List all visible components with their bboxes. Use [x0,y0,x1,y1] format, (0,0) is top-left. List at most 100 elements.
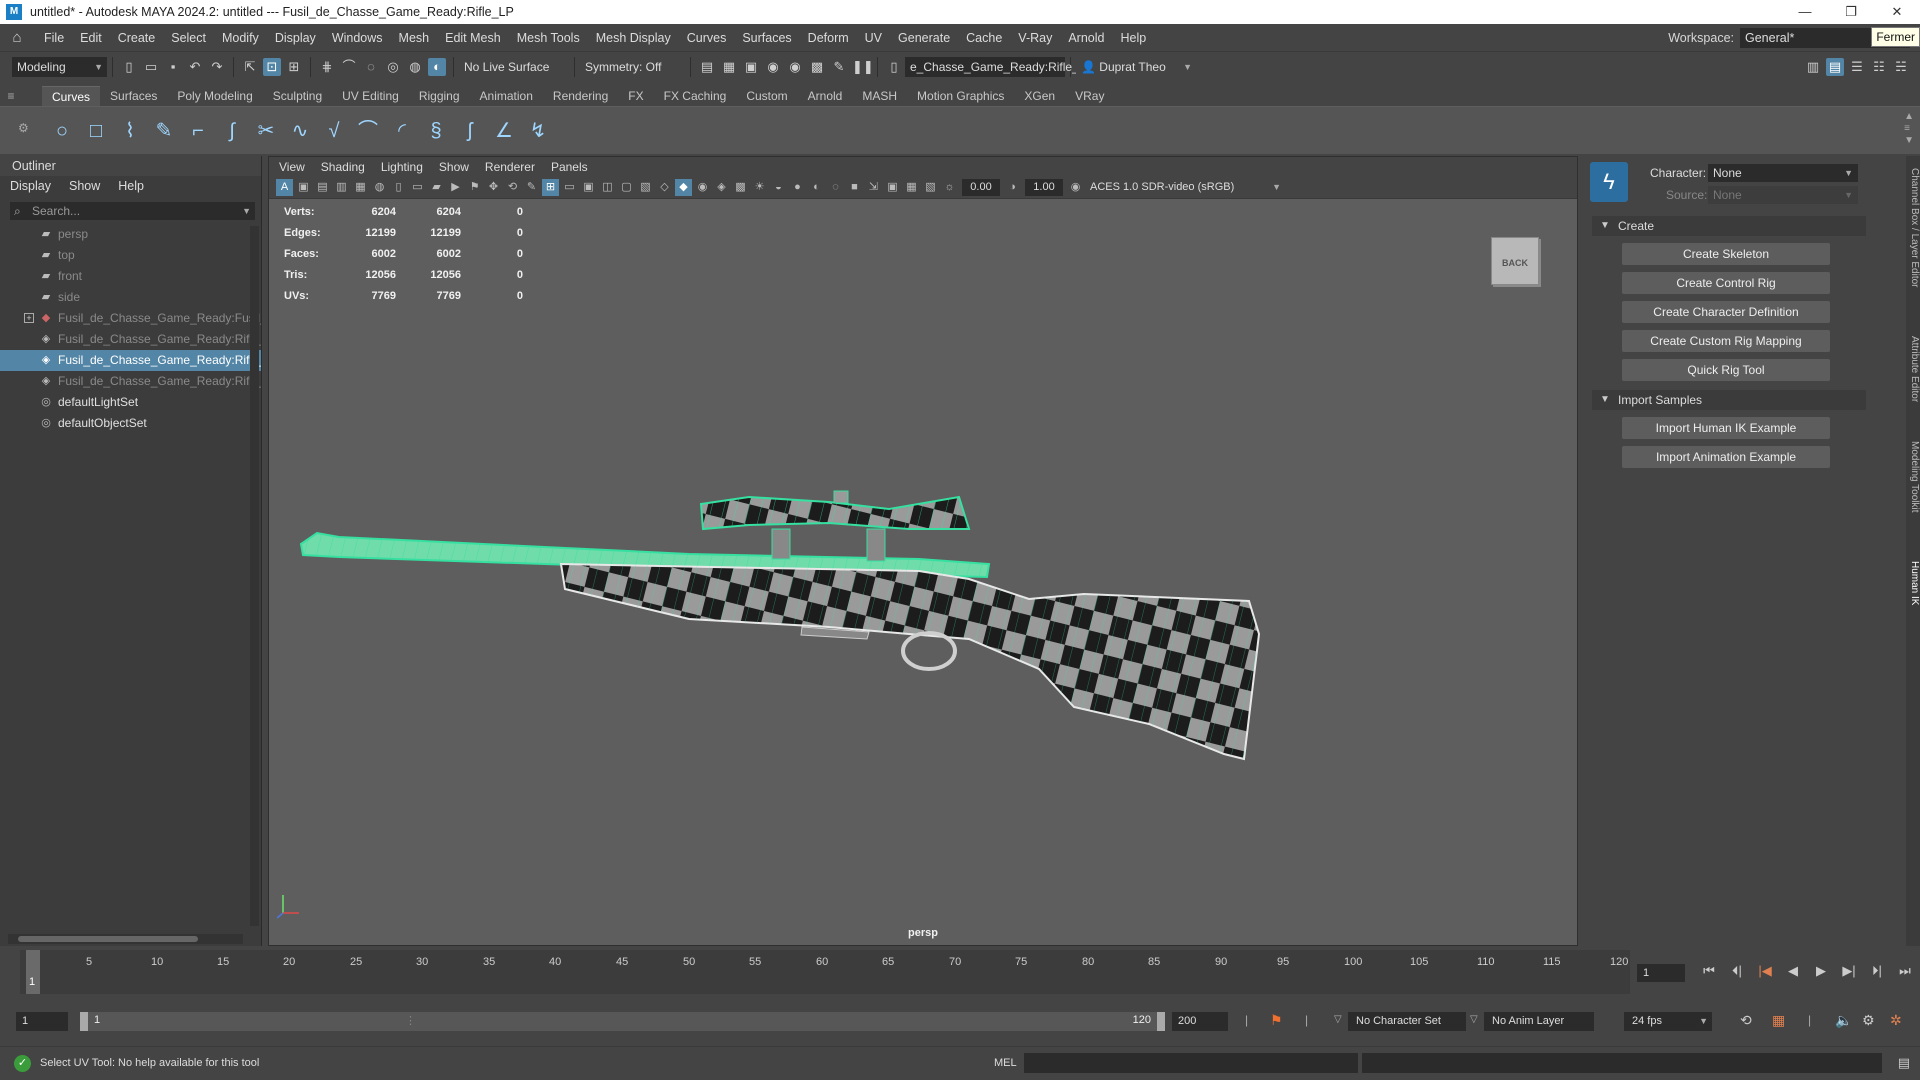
wireframe-icon[interactable]: ◇ [656,179,673,196]
import-human-ik-example-button[interactable]: Import Human IK Example [1622,417,1830,439]
menu-generate[interactable]: Generate [890,31,958,45]
animation-preferences-icon[interactable]: ⚙ [1862,1012,1875,1029]
tab-human-ik[interactable]: Human IK [1906,561,1920,605]
bookmark-flag-icon[interactable]: ⚑ [466,179,483,196]
select-camera-icon[interactable]: A [276,179,293,196]
shelf-tab-fx[interactable]: FX [618,86,653,106]
menu-mesh-tools[interactable]: Mesh Tools [509,31,588,45]
snap-grid-icon[interactable]: ⋕ [318,58,336,76]
viewport-menu-show[interactable]: Show [439,160,469,174]
scrollbar-thumb[interactable] [18,936,198,942]
attribute-editor-toggle-icon[interactable]: ▤ [1826,58,1844,76]
outliner-item-persp[interactable]: ▰ persp [0,224,261,245]
outliner-item-top[interactable]: ▰ top [0,245,261,266]
select-object-icon[interactable]: ⊡ [263,58,281,76]
smooth-shade-icon[interactable]: ◆ [675,179,692,196]
grid-icon[interactable]: ⊞ [542,179,559,196]
shelf-tab-animation[interactable]: Animation [470,86,543,106]
menu-vray[interactable]: V-Ray [1010,31,1060,45]
viewport-panel[interactable]: View Shading Lighting Show Renderer Pane… [268,156,1578,946]
outliner-item-rifle-hp[interactable]: ◈ Fusil_de_Chasse_Game_Ready:Rifle_H [0,371,261,392]
create-custom-rig-mapping-button[interactable]: Create Custom Rig Mapping [1622,330,1830,352]
isolate-select-icon[interactable]: ⇲ [865,179,882,196]
image-plane-icon[interactable]: ▥ [333,179,350,196]
outliner-item-fusil-group[interactable]: + ◆ Fusil_de_Chasse_Game_Ready:Fusil_L [0,308,261,329]
menu-mesh-display[interactable]: Mesh Display [588,31,679,45]
chevron-down-icon[interactable]: ▽ [1334,1014,1342,1025]
viewport-menu-lighting[interactable]: Lighting [381,160,423,174]
menu-create[interactable]: Create [110,31,164,45]
script-editor-icon[interactable]: ▤ [1898,1055,1910,1071]
menu-uv[interactable]: UV [857,31,890,45]
menu-arnold[interactable]: Arnold [1060,31,1112,45]
camera-icon[interactable]: ▰ [428,179,445,196]
xray-icon[interactable]: ▣ [884,179,901,196]
expand-icon[interactable]: + [24,313,34,323]
go-to-end-icon[interactable]: ⏭ [1891,963,1919,979]
square-curve-icon[interactable]: □ [81,116,111,146]
depth-of-field-icon[interactable]: ■ [846,179,863,196]
rifle-model[interactable] [269,199,1577,919]
import-animation-example-button[interactable]: Import Animation Example [1622,446,1830,468]
motion-blur-icon[interactable]: ◐ [808,179,825,196]
menu-cache[interactable]: Cache [958,31,1010,45]
range-start-handle[interactable] [80,1012,88,1031]
shelf-tab-custom[interactable]: Custom [736,86,797,106]
snap-point-icon[interactable]: ◌ [362,58,380,76]
shelf-tab-xgen[interactable]: XGen [1014,86,1065,106]
safe-action-icon[interactable]: ▢ [618,179,635,196]
tab-attribute-editor[interactable]: Attribute Editor [1906,336,1920,402]
offset-curve-icon[interactable]: ʃ [455,116,485,146]
maximize-button[interactable]: ❐ [1828,0,1874,24]
go-to-start-icon[interactable]: ⏮ [1695,963,1723,979]
menu-windows[interactable]: Windows [324,31,391,45]
home-icon[interactable]: ⌂ [8,29,26,47]
checker-icon[interactable]: ▩ [732,179,749,196]
chevron-down-icon[interactable]: ▽ [1470,1014,1478,1025]
render-frame-icon[interactable]: ▦ [720,58,738,76]
object-name-field[interactable]: e_Chasse_Game_Ready:Rifle_LP [905,57,1093,77]
playback-range-bar[interactable]: 1 ⋮ 120 [80,1012,1165,1031]
animation-end-field[interactable]: 200 [1172,1012,1228,1031]
character-set-dropdown[interactable]: No Character Set [1348,1012,1466,1031]
minimize-button[interactable]: — [1782,0,1828,24]
range-grip-icon[interactable]: ⋮ [405,1014,416,1027]
anti-aliasing-icon[interactable]: ◌ [827,179,844,196]
play-backwards-icon[interactable]: ◀ [1779,963,1807,979]
ipr-render-icon[interactable]: ◉ [764,58,782,76]
import-samples-section-header[interactable]: ▼ Import Samples [1592,390,1866,410]
menu-edit[interactable]: Edit [72,31,110,45]
shelf-tab-curves[interactable]: Curves [42,86,101,106]
lock-camera-icon[interactable]: ▯ [390,179,407,196]
ambient-occlusion-icon[interactable]: ● [789,179,806,196]
step-forward-frame-icon[interactable]: ⏵| [1863,963,1891,979]
shelf-tab-rigging[interactable]: Rigging [409,86,470,106]
grease-pencil-icon[interactable]: ◍ [371,179,388,196]
hypershade-icon[interactable]: ▩ [808,58,826,76]
cut-curve-icon[interactable]: ✂ [251,116,281,146]
outliner-item-rifle-selected[interactable]: ◈ Fusil_de_Chasse_Game_Ready:Rifle_L [0,350,261,371]
exposure-field[interactable]: 0.00 [962,179,1000,196]
shelf-tab-fx-caching[interactable]: FX Caching [654,86,737,106]
viewport-menu-panels[interactable]: Panels [551,160,588,174]
textured-icon[interactable]: ◈ [713,179,730,196]
shelf-scroll-icon[interactable]: ▲ ≡ ▼ [1904,111,1914,147]
outliner-menu-show[interactable]: Show [69,176,100,196]
channel-box-icon[interactable]: ☷ [1870,58,1888,76]
viewport-menu-renderer[interactable]: Renderer [485,160,535,174]
menu-modify[interactable]: Modify [214,31,267,45]
humanik-logo-icon[interactable]: ϟ [1590,162,1628,202]
detach-curve-icon[interactable]: √ [319,116,349,146]
menu-surfaces[interactable]: Surfaces [734,31,799,45]
color-management-icon[interactable]: ◉ [1067,179,1084,196]
new-scene-icon[interactable]: ▯ [120,58,138,76]
playblast-icon[interactable]: ▶ [447,179,464,196]
play-forwards-icon[interactable]: ▶ [1807,963,1835,979]
shelf-tab-sculpting[interactable]: Sculpting [263,86,332,106]
live-surface-field[interactable]: No Live Surface [459,57,569,77]
viewport-menu-shading[interactable]: Shading [321,160,365,174]
render-settings-icon[interactable]: ◉ [786,58,804,76]
history-icon[interactable]: ▤ [698,58,716,76]
attach-curve-icon[interactable]: ∿ [285,116,315,146]
shelf-tab-surfaces[interactable]: Surfaces [100,86,167,106]
